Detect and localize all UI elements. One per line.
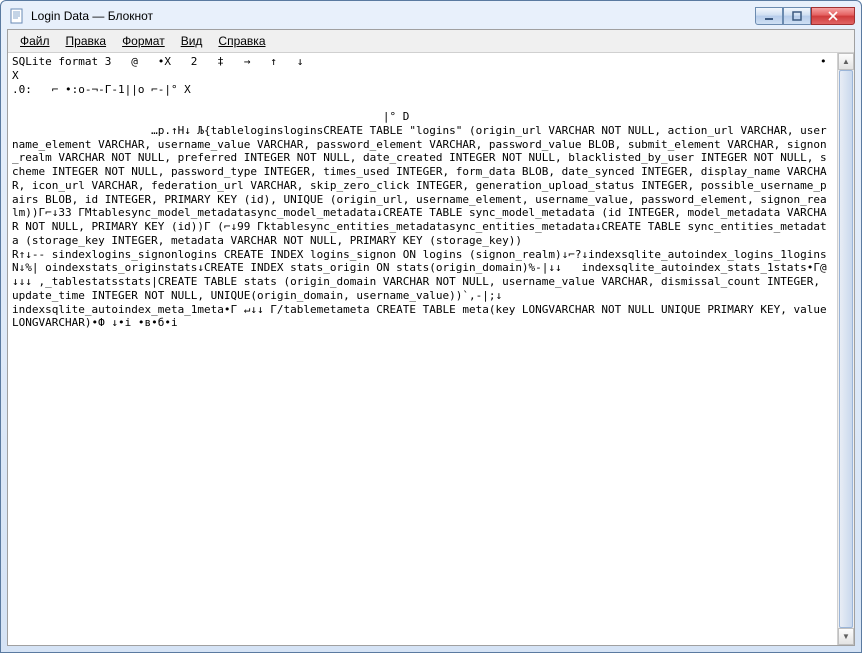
menu-help[interactable]: Справка — [210, 32, 273, 50]
maximize-icon — [792, 11, 802, 21]
scroll-up-button[interactable]: ▲ — [838, 53, 854, 70]
client-area: Файл Правка Формат Вид Справка SQLite fo… — [7, 29, 855, 646]
window-controls — [755, 7, 855, 25]
menu-file[interactable]: Файл — [12, 32, 58, 50]
scroll-down-button[interactable]: ▼ — [838, 628, 854, 645]
text-editor[interactable]: SQLite format 3 @ •X 2 ‡ → ↑ ↓ •X .0: ⌐ … — [8, 53, 837, 645]
menu-format[interactable]: Формат — [114, 32, 173, 50]
maximize-button[interactable] — [783, 7, 811, 25]
titlebar[interactable]: Login Data — Блокнот — [7, 7, 855, 29]
menubar: Файл Правка Формат Вид Справка — [8, 30, 854, 53]
close-button[interactable] — [811, 7, 855, 25]
window-title: Login Data — Блокнот — [31, 9, 153, 23]
scroll-thumb[interactable] — [839, 70, 853, 628]
menu-edit[interactable]: Правка — [58, 32, 115, 50]
title-left: Login Data — Блокнот — [9, 8, 153, 24]
minimize-button[interactable] — [755, 7, 783, 25]
menu-view[interactable]: Вид — [173, 32, 211, 50]
notepad-icon — [9, 8, 25, 24]
minimize-icon — [764, 11, 774, 21]
content-wrap: SQLite format 3 @ •X 2 ‡ → ↑ ↓ •X .0: ⌐ … — [8, 53, 854, 645]
vertical-scrollbar[interactable]: ▲ ▼ — [837, 53, 854, 645]
scroll-track[interactable] — [838, 70, 854, 628]
notepad-window: Login Data — Блокнот Файл Правка Формат … — [0, 0, 862, 653]
close-icon — [828, 11, 838, 21]
